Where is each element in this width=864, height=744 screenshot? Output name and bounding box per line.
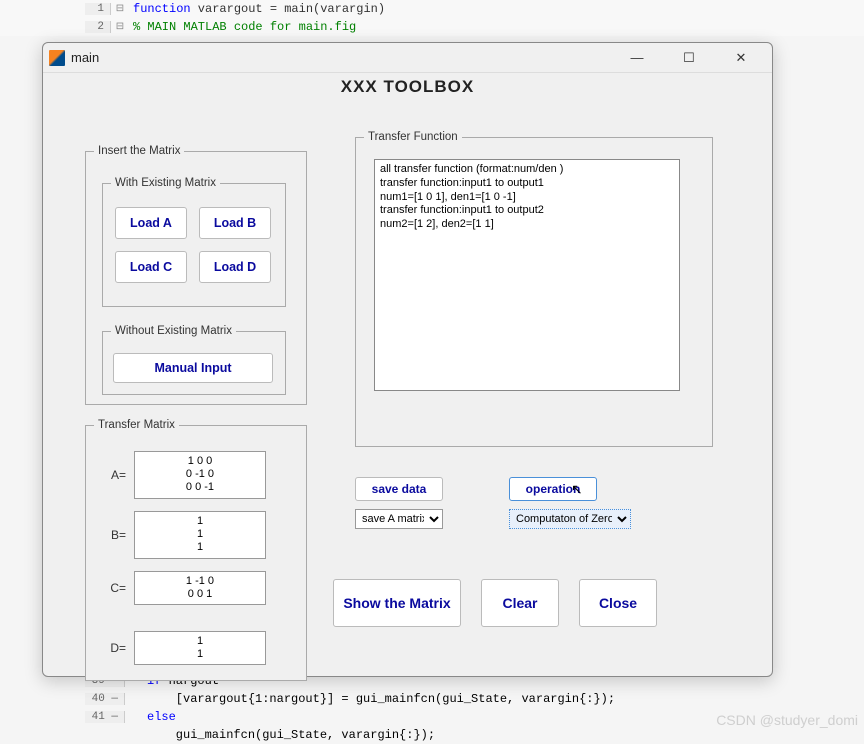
matrix-b-row3: 1 — [135, 541, 265, 554]
group-with-existing: With Existing Matrix Load A Load B Load … — [102, 177, 286, 307]
window-title: main — [71, 50, 99, 65]
matrix-a-display[interactable]: 1 0 0 0 -1 0 0 0 -1 — [134, 451, 266, 499]
code-line: [varargout{1:nargout}] = gui_mainfcn(gui… — [143, 692, 615, 706]
watermark: CSDN @studyer_domi — [716, 712, 858, 728]
matrix-c-row2: 0 0 1 — [135, 588, 265, 601]
code-line: gui_mainfcn(gui_State, varargin{:}); — [143, 728, 435, 742]
matrix-b-display[interactable]: 1 1 1 — [134, 511, 266, 559]
matrix-d-display[interactable]: 1 1 — [134, 631, 266, 665]
maximize-button[interactable]: ☐ — [672, 46, 706, 70]
matrix-d-row1: 1 — [135, 635, 265, 648]
minimize-button[interactable]: — — [620, 46, 654, 70]
clear-button[interactable]: Clear — [481, 579, 559, 627]
matrix-c-display[interactable]: 1 -1 0 0 0 1 — [134, 571, 266, 605]
group-without-existing: Without Existing Matrix Manual Input — [102, 325, 286, 395]
fold-icon: ⊟ — [111, 21, 129, 33]
group-transfer-matrix-label: Transfer Matrix — [94, 419, 179, 431]
code-line: else — [143, 710, 176, 724]
operation-select[interactable]: Computaton of Zeros — [509, 509, 631, 529]
manual-input-button[interactable]: Manual Input — [113, 353, 273, 383]
matlab-icon — [49, 50, 65, 66]
matrix-b-row2: 1 — [135, 528, 265, 541]
main-dialog: main — ☐ ✕ XXX TOOLBOX Insert the Matrix… — [42, 42, 773, 677]
code-editor-bg: 1 ⊟ function varargout = main(varargin) … — [0, 0, 864, 36]
matrix-c-row: C= 1 -1 0 0 0 1 — [102, 571, 266, 605]
group-transfer-function-label: Transfer Function — [364, 131, 462, 143]
group-transfer-function: Transfer Function all transfer function … — [355, 131, 713, 447]
show-matrix-button[interactable]: Show the Matrix — [333, 579, 461, 627]
matrix-c-label: C= — [102, 581, 126, 595]
close-button[interactable]: Close — [579, 579, 657, 627]
matrix-d-row2: 1 — [135, 648, 265, 661]
save-matrix-select[interactable]: save A matrix — [355, 509, 443, 529]
load-c-button[interactable]: Load C — [115, 251, 187, 283]
matrix-a-row2: 0 -1 0 — [135, 468, 265, 481]
matrix-c-row1: 1 -1 0 — [135, 575, 265, 588]
line-number: 2 — [85, 21, 111, 33]
operation-button[interactable]: operation — [509, 477, 597, 501]
group-insert-matrix: Insert the Matrix With Existing Matrix L… — [85, 145, 307, 405]
transfer-function-textbox[interactable]: all transfer function (format:num/den ) … — [374, 159, 680, 391]
load-d-button[interactable]: Load D — [199, 251, 271, 283]
matrix-a-label: A= — [102, 468, 126, 482]
matrix-d-row: D= 1 1 — [102, 631, 266, 665]
line-number: 41 — — [85, 711, 125, 723]
headline: XXX TOOLBOX — [43, 73, 772, 99]
group-transfer-matrix: Transfer Matrix A= 1 0 0 0 -1 0 0 0 -1 B… — [85, 419, 307, 681]
matrix-b-label: B= — [102, 528, 126, 542]
save-data-button[interactable]: save data — [355, 477, 443, 501]
close-window-button[interactable]: ✕ — [724, 46, 758, 70]
group-insert-matrix-label: Insert the Matrix — [94, 145, 184, 157]
group-without-existing-label: Without Existing Matrix — [111, 325, 236, 337]
line-number: 1 — [85, 3, 111, 15]
matrix-a-row1: 1 0 0 — [135, 455, 265, 468]
matrix-b-row1: 1 — [135, 515, 265, 528]
fold-icon: ⊟ — [111, 3, 129, 15]
load-a-button[interactable]: Load A — [115, 207, 187, 239]
load-b-button[interactable]: Load B — [199, 207, 271, 239]
matrix-a-row: A= 1 0 0 0 -1 0 0 0 -1 — [102, 451, 266, 499]
titlebar: main — ☐ ✕ — [43, 43, 772, 73]
group-with-existing-label: With Existing Matrix — [111, 177, 220, 189]
matrix-a-row3: 0 0 -1 — [135, 481, 265, 494]
code-line: function varargout = main(varargin) — [129, 2, 385, 16]
matrix-b-row: B= 1 1 1 — [102, 511, 266, 559]
line-number: 40 — — [85, 693, 125, 705]
code-line: % MAIN MATLAB code for main.fig — [129, 20, 356, 34]
code-editor-bottom: 39 — if nargout 40 — [varargout{1:nargou… — [85, 672, 615, 744]
matrix-d-label: D= — [102, 641, 126, 655]
